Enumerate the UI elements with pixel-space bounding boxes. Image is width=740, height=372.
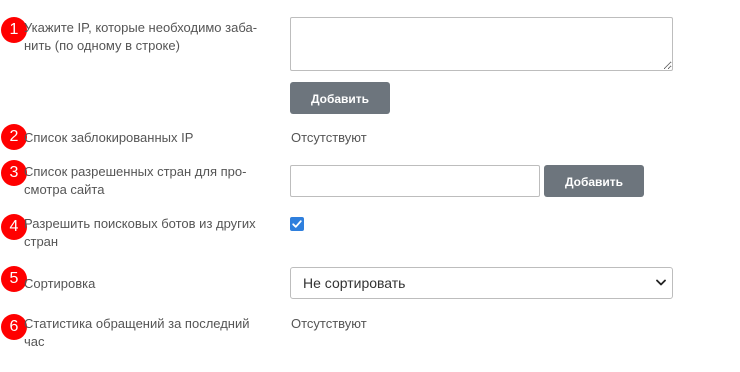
checkmark-icon (292, 220, 302, 228)
stats-value: Отсутствуют (291, 316, 367, 331)
add-country-button[interactable]: Добавить (544, 165, 644, 197)
allowed-countries-label: Список разрешенных стран для про- смотра… (24, 163, 279, 199)
stats-label-line2: час (24, 334, 45, 349)
sorting-select-value: Не сортировать (303, 275, 406, 291)
allowed-countries-label-line1: Список разрешенных стран для про- (24, 164, 247, 179)
ip-ban-textarea[interactable] (290, 17, 673, 71)
stats-label-line1: Статистика обращений за последний (24, 316, 250, 331)
search-bots-label-line1: Разрешить поисковых ботов из других (24, 216, 256, 231)
search-bots-label-line2: стран (24, 234, 59, 249)
blocked-ip-value: Отсутствуют (291, 130, 367, 145)
stats-label: Статистика обращений за последний час (24, 315, 279, 351)
search-bots-label: Разрешить поисковых ботов из других стра… (24, 215, 279, 251)
sorting-label: Сортировка (24, 276, 96, 291)
ip-ban-label-line2: нить (по одному в строке) (24, 38, 180, 53)
ip-ban-label-line1: Укажите IP, которые необходимо заба- (24, 20, 258, 35)
add-ip-button[interactable]: Добавить (290, 82, 390, 114)
search-bots-checkbox[interactable] (290, 217, 304, 231)
blocked-ip-label: Список заблокированных IP (24, 130, 194, 145)
allowed-countries-label-line2: смотра сайта (24, 182, 105, 197)
chevron-down-icon (656, 279, 666, 286)
countries-input[interactable] (290, 165, 540, 197)
sorting-select[interactable]: Не сортировать (290, 267, 673, 299)
ip-ban-label: Укажите IP, которые необходимо заба- нит… (24, 19, 279, 55)
